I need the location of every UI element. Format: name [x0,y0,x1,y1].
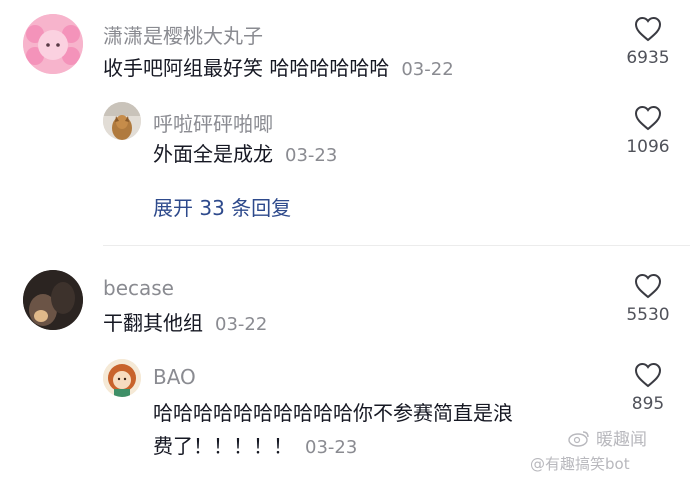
heart-icon [634,362,662,388]
like-button[interactable]: 5530 [613,273,683,325]
pink-face-avatar-icon [23,14,83,74]
reply-username[interactable]: 呼啦砰砰啪唧 [153,108,273,137]
weibo-logo-icon [568,430,589,447]
dark-photo-avatar-icon [23,270,83,330]
like-count: 1096 [626,137,670,157]
reply-text: 外面全是成龙 03-23 [153,140,337,170]
like-button[interactable]: 6935 [613,16,683,68]
heart-icon [634,16,662,42]
cartoon-girl-avatar-icon [103,359,141,397]
comment-date: 03-22 [215,314,268,335]
like-count: 6935 [626,48,670,68]
like-count: 5530 [626,305,670,325]
reply-avatar[interactable] [103,359,141,397]
watermark-handle: @有趣搞笑bot [530,455,630,473]
watermark-title: 暖趣闻 [596,430,647,450]
comment-username[interactable]: 潇潇是樱桃大丸子 [103,20,263,49]
like-button[interactable]: 1096 [613,105,683,157]
expand-replies-link[interactable]: 展开 33 条回复 [153,192,291,221]
heart-icon [634,105,662,131]
reply-text: 哈哈哈哈哈哈哈哈哈哈你不参赛简直是浪 费了！！！！！ 03-23 [153,397,513,464]
dog-photo-avatar-icon [103,102,141,140]
watermark-top: 暖趣闻 [530,425,685,450]
comment-body: 干翻其他组 [103,311,203,335]
comment-body: 收手吧阿组最好笑 哈哈哈哈哈哈 [103,56,390,80]
comment-text: 收手吧阿组最好笑 哈哈哈哈哈哈 03-22 [103,54,454,84]
reply-body-line-2: 费了！！！！！ 03-23 [153,430,513,464]
divider [103,245,690,246]
avatar[interactable] [23,14,83,74]
avatar[interactable] [23,270,83,330]
reply-date: 03-23 [305,437,358,458]
reply-body-line: 哈哈哈哈哈哈哈哈哈哈你不参赛简直是浪 [153,401,513,425]
reply-body: 外面全是成龙 [153,142,273,166]
like-button[interactable]: 895 [613,362,683,414]
comment-username[interactable]: becase [103,276,174,300]
comment-date: 03-22 [401,59,454,80]
reply-avatar[interactable] [103,102,141,140]
reply-date: 03-23 [285,145,338,166]
heart-icon [634,273,662,299]
reply-body-end: 费了！！！！！ [153,434,293,458]
comment-text: 干翻其他组 03-22 [103,309,267,339]
reply-username[interactable]: BAO [153,365,196,389]
watermark: 暖趣闻 @有趣搞笑bot [530,425,685,474]
like-count: 895 [631,394,665,414]
